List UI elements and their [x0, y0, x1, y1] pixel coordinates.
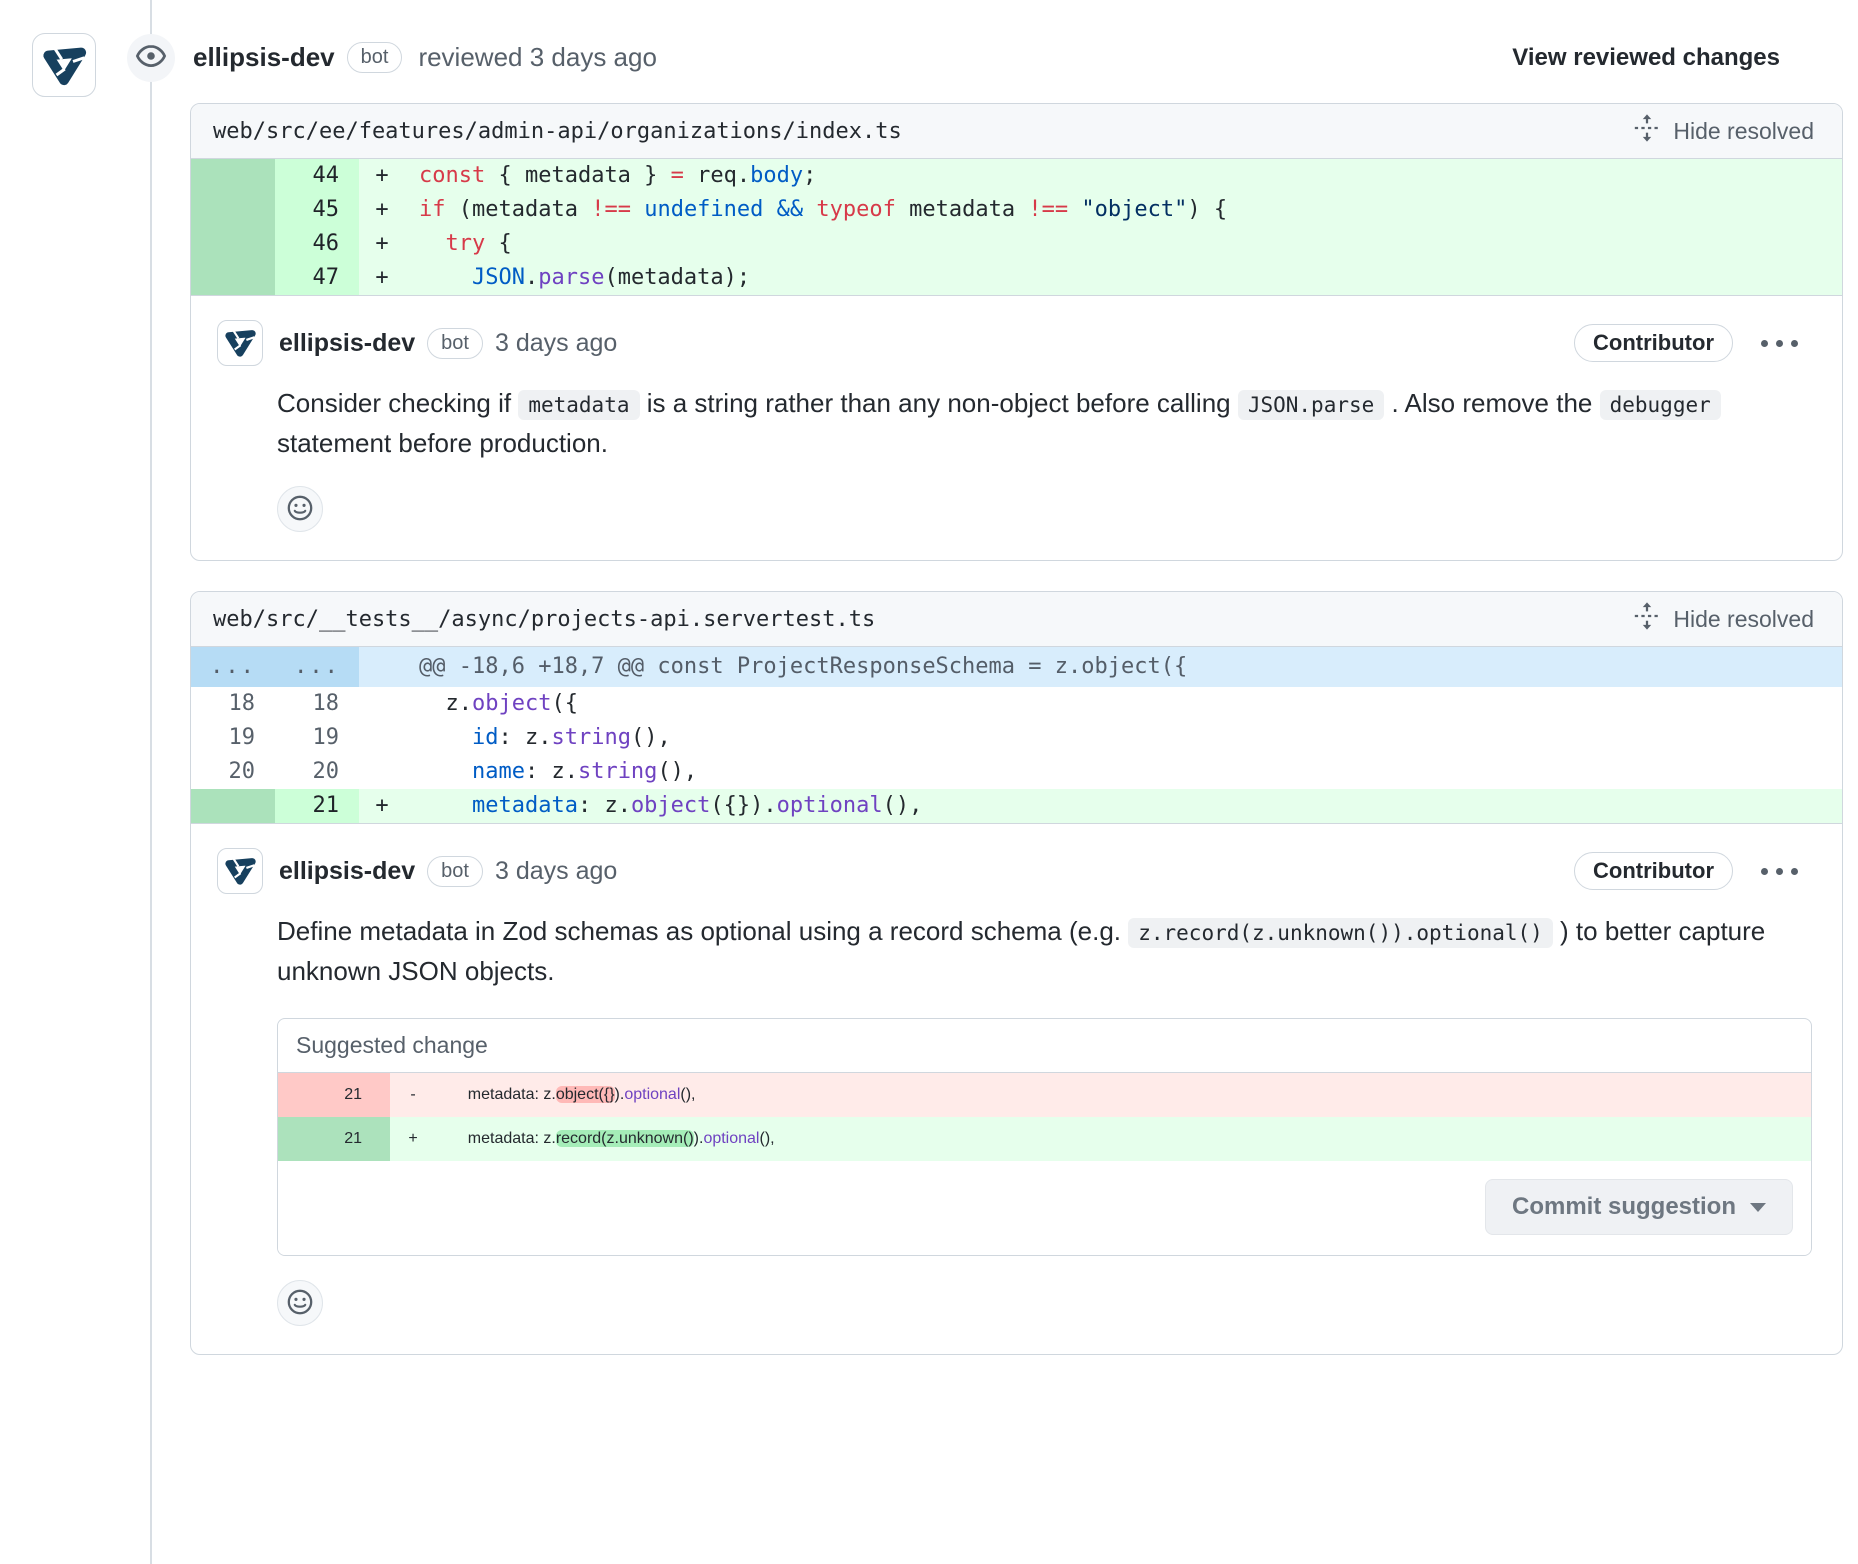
kebab-horizontal-icon[interactable]: [1761, 868, 1798, 875]
add-reaction-button[interactable]: [277, 486, 323, 532]
fold-icon: [1632, 113, 1662, 149]
hunk-header-row: ... ... @@ -18,6 +18,7 @@ const ProjectR…: [191, 647, 1842, 687]
role-badge: Contributor: [1574, 324, 1733, 362]
review-header: ellipsis-dev bot reviewed 3 days ago Vie…: [0, 0, 1858, 73]
add-reaction-button[interactable]: [277, 1280, 323, 1326]
diff-line-47: 47 + JSON.parse(metadata);: [191, 261, 1842, 295]
kebab-horizontal-icon[interactable]: [1761, 340, 1798, 347]
triangle-down-icon: [1750, 1203, 1766, 1212]
review-comment: ellipsis-dev bot 3 days ago Contributor …: [191, 296, 1842, 560]
comment-timestamp[interactable]: 3 days ago: [495, 857, 617, 886]
ellipsis-logo-icon: [40, 39, 88, 92]
smiley-icon: [286, 1288, 314, 1319]
review-comment: ellipsis-dev bot 3 days ago Contributor …: [191, 824, 1842, 1354]
commit-suggestion-button[interactable]: Commit suggestion: [1485, 1179, 1793, 1235]
fold-icon: [1632, 601, 1662, 637]
code-line: metadata: z.object({}).optional(),: [436, 1073, 1811, 1117]
diff-table: ... ... @@ -18,6 +18,7 @@ const ProjectR…: [191, 647, 1842, 824]
suggestion-deletion-line: 21 - metadata: z.object({}).optional(),: [278, 1073, 1811, 1117]
role-badge: Contributor: [1574, 852, 1733, 890]
code-line: id: z.string(),: [405, 721, 1842, 755]
code-line: metadata: z.record(z.unknown()).optional…: [436, 1117, 1811, 1161]
review-action-text: reviewed 3 days ago: [418, 42, 656, 73]
code-line: try {: [405, 227, 1842, 261]
code-line: metadata: z.object({}).optional(),: [405, 789, 1842, 823]
diff-line-46: 46 + try {: [191, 227, 1842, 261]
hunk-header-text: @@ -18,6 +18,7 @@ const ProjectResponseS…: [405, 647, 1842, 687]
diff-line-45: 45 + if (metadata !== undefined && typeo…: [191, 193, 1842, 227]
hide-resolved-label: Hide resolved: [1673, 606, 1814, 633]
diff-line-19: 19 19 id: z.string(),: [191, 721, 1842, 755]
review-thread-card: web/src/ee/features/admin-api/organizati…: [190, 103, 1843, 561]
code-line: if (metadata !== undefined && typeof met…: [405, 193, 1842, 227]
comment-timestamp[interactable]: 3 days ago: [495, 329, 617, 358]
comment-author[interactable]: ellipsis-dev: [279, 329, 415, 358]
code-line: z.object({: [405, 687, 1842, 721]
bot-badge: bot: [427, 328, 483, 359]
avatar[interactable]: [32, 33, 96, 97]
diff-line-18: 18 18 z.object({: [191, 687, 1842, 721]
diff-table: 44 + const { metadata } = req.body; 45 +…: [191, 159, 1842, 296]
hide-resolved-button[interactable]: Hide resolved: [1626, 112, 1820, 150]
timeline-line: [150, 0, 152, 1564]
code-line: const { metadata } = req.body;: [405, 159, 1842, 193]
code-line: JSON.parse(metadata);: [405, 261, 1842, 295]
avatar[interactable]: [217, 320, 263, 366]
file-path-link[interactable]: web/src/ee/features/admin-api/organizati…: [213, 119, 902, 144]
suggestion-addition-line: 21 + metadata: z.record(z.unknown()).opt…: [278, 1117, 1811, 1161]
comment-header: ellipsis-dev bot 3 days ago Contributor: [217, 320, 1812, 366]
commit-suggestion-label: Commit suggestion: [1512, 1193, 1736, 1221]
file-path-link[interactable]: web/src/__tests__/async/projects-api.ser…: [213, 607, 875, 632]
view-reviewed-changes-link[interactable]: View reviewed changes: [1512, 44, 1780, 72]
hide-resolved-label: Hide resolved: [1673, 118, 1814, 145]
bot-badge: bot: [347, 42, 403, 73]
bot-badge: bot: [427, 856, 483, 887]
smiley-icon: [286, 494, 314, 525]
ellipsis-logo-icon: [223, 852, 257, 891]
comment-body: Define metadata in Zod schemas as option…: [277, 912, 1797, 990]
suggested-change-title: Suggested change: [278, 1019, 1811, 1073]
ellipsis-logo-icon: [223, 324, 257, 363]
file-header: web/src/ee/features/admin-api/organizati…: [191, 104, 1842, 159]
hide-resolved-button[interactable]: Hide resolved: [1626, 600, 1820, 638]
code-line: name: z.string(),: [405, 755, 1842, 789]
diff-line-44: 44 + const { metadata } = req.body;: [191, 159, 1842, 193]
eye-icon: [135, 40, 167, 77]
comment-body: Consider checking if metadata is a strin…: [277, 384, 1797, 462]
diff-line-20: 20 20 name: z.string(),: [191, 755, 1842, 789]
suggested-change-block: Suggested change 21 - metadata: z.object…: [277, 1018, 1812, 1256]
file-header: web/src/__tests__/async/projects-api.ser…: [191, 592, 1842, 647]
review-thread-card: web/src/__tests__/async/projects-api.ser…: [190, 591, 1843, 1355]
comment-author[interactable]: ellipsis-dev: [279, 857, 415, 886]
review-state-badge: [127, 34, 175, 82]
review-author[interactable]: ellipsis-dev: [193, 42, 335, 73]
comment-header: ellipsis-dev bot 3 days ago Contributor: [217, 848, 1812, 894]
diff-line-21: 21 + metadata: z.object({}).optional(),: [191, 789, 1842, 823]
avatar[interactable]: [217, 848, 263, 894]
suggestion-footer: Commit suggestion: [278, 1161, 1811, 1255]
